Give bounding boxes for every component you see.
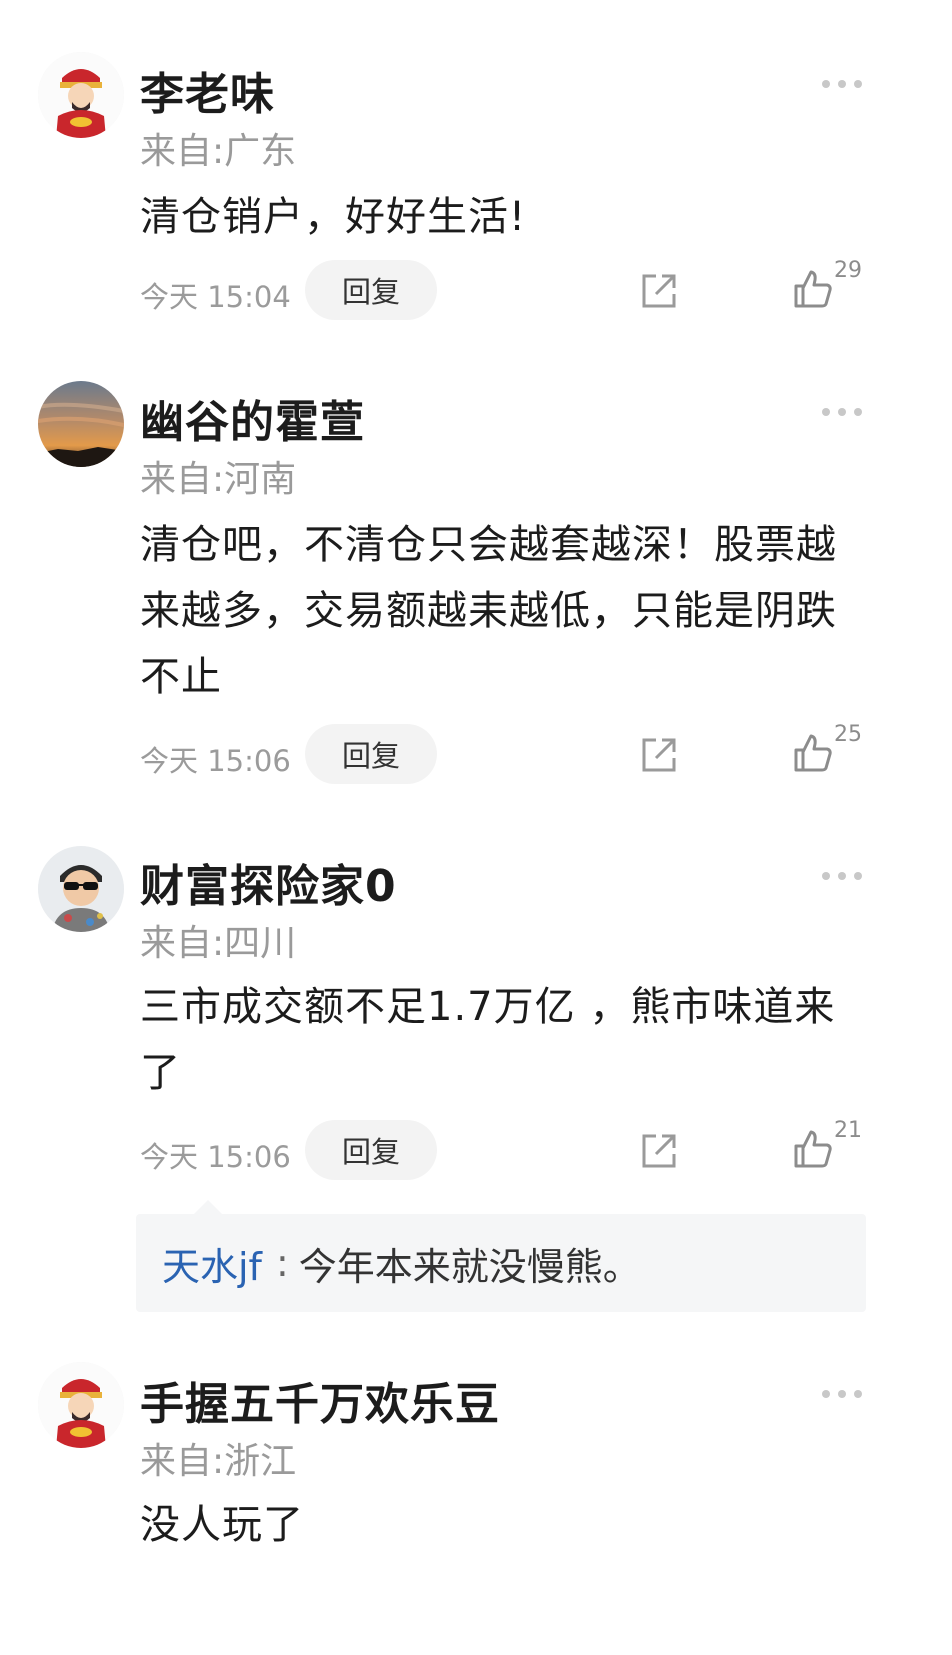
thumbs-up-icon xyxy=(794,734,832,772)
user-name[interactable]: 李老味 xyxy=(140,58,275,122)
share-icon[interactable] xyxy=(638,270,680,312)
comment-time: 今天 15:06 xyxy=(140,1140,291,1174)
sub-reply[interactable]: 天水jf : 今年本来就没慢熊。 xyxy=(136,1200,866,1312)
more-options-icon[interactable] xyxy=(822,406,862,418)
user-location: 来自:广东 xyxy=(140,131,297,172)
kid-sunglasses-icon xyxy=(38,846,124,932)
more-options-icon[interactable] xyxy=(822,78,862,90)
comment-time: 今天 15:04 xyxy=(140,280,291,314)
reply-button[interactable]: 回复 xyxy=(305,1120,437,1180)
comment-text: 没人玩了 xyxy=(140,1502,304,1548)
sub-reply-text: 今年本来就没慢熊。 xyxy=(298,1244,641,1289)
like-count: 25 xyxy=(834,722,862,747)
thumbs-up-icon xyxy=(794,1130,832,1168)
reply-button[interactable]: 回复 xyxy=(305,260,437,320)
user-avatar[interactable] xyxy=(38,1362,124,1448)
sub-reply-user[interactable]: 天水jf xyxy=(162,1236,262,1291)
user-name[interactable]: 手握五千万欢乐豆 xyxy=(140,1368,500,1432)
share-icon[interactable] xyxy=(638,734,680,776)
more-options-icon[interactable] xyxy=(822,870,862,882)
comment-text: 清仓吧，不清仓只会越套越深！股票越来越多，交易额越耒越低，只能是阴跌不止 xyxy=(140,522,837,700)
user-name[interactable]: 财富探险家0 xyxy=(140,850,397,914)
comment-text: 清仓销户，好好生活! xyxy=(140,194,527,240)
like-button[interactable]: 29 xyxy=(792,258,872,312)
like-count: 21 xyxy=(834,1118,862,1143)
user-avatar[interactable] xyxy=(38,381,124,467)
like-count: 29 xyxy=(834,258,862,283)
god-of-wealth-icon xyxy=(38,1362,124,1448)
user-location: 来自:浙江 xyxy=(140,1441,297,1482)
reply-button[interactable]: 回复 xyxy=(305,724,437,784)
comment-text: 三市成交额不足1.7万亿 ，熊市味道来了 xyxy=(140,984,836,1096)
user-location: 来自:河南 xyxy=(140,459,297,500)
god-of-wealth-icon xyxy=(38,52,124,138)
user-avatar[interactable] xyxy=(38,846,124,932)
like-button[interactable]: 25 xyxy=(792,722,872,776)
sub-reply-separator: : xyxy=(275,1241,289,1285)
user-location: 来自:四川 xyxy=(140,923,297,964)
share-icon[interactable] xyxy=(638,1130,680,1172)
sub-reply-pointer xyxy=(194,1200,222,1214)
more-options-icon[interactable] xyxy=(822,1388,862,1400)
user-avatar[interactable] xyxy=(38,52,124,138)
user-name[interactable]: 幽谷的霍萱 xyxy=(140,386,365,450)
sunset-icon xyxy=(38,381,124,467)
thumbs-up-icon xyxy=(794,270,832,308)
comment-time: 今天 15:06 xyxy=(140,744,291,778)
like-button[interactable]: 21 xyxy=(792,1118,872,1172)
